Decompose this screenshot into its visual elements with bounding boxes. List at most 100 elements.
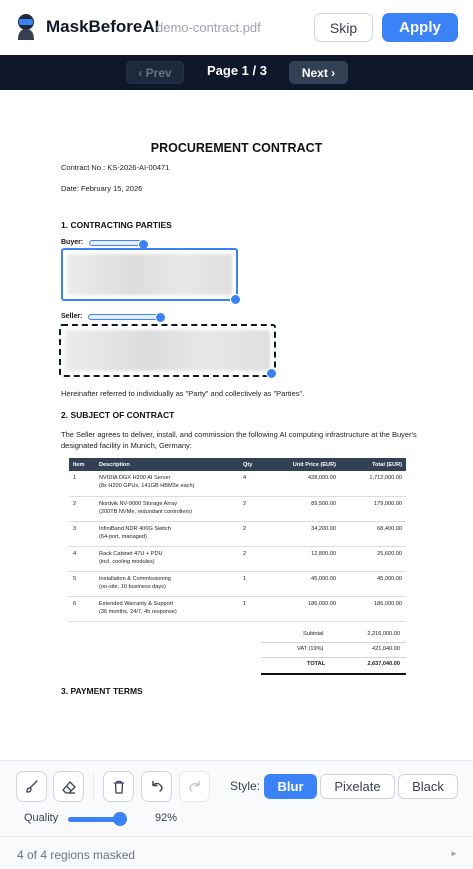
section-heading-parties: 1. CONTRACTING PARTIES bbox=[61, 220, 172, 230]
subtotal-value: 2,216,000.00 bbox=[367, 631, 400, 637]
style-pixelate-button[interactable]: Pixelate bbox=[320, 774, 395, 799]
undo-icon bbox=[151, 780, 163, 792]
column-header: Unit Price (EUR) bbox=[267, 458, 340, 471]
description-detail: (8x H200 GPUs, 141GB HBM3e each) bbox=[99, 483, 195, 489]
divider bbox=[261, 642, 406, 643]
cell-unit-price: 45,000.00 bbox=[267, 571, 340, 597]
undo-button[interactable] bbox=[141, 771, 172, 802]
description-detail: (64-port, managed) bbox=[99, 533, 147, 540]
cell-qty: 2 bbox=[239, 521, 267, 547]
mask-region-seller-name[interactable] bbox=[88, 314, 161, 320]
table-row: 4 Rack Cabinet 47U + PDU (incl. cooling m… bbox=[69, 546, 406, 572]
table-row: 1 NVIDIA DGX H200 AI Server (8x H200 GPUs… bbox=[69, 471, 406, 497]
quality-slider[interactable] bbox=[68, 812, 128, 826]
mask-region-buyer-address[interactable] bbox=[61, 248, 238, 301]
divider bbox=[261, 673, 406, 675]
trash-icon bbox=[113, 780, 124, 794]
total-label: TOTAL bbox=[307, 661, 326, 667]
cell-item: 3 bbox=[69, 521, 95, 547]
style-black-button[interactable]: Black bbox=[398, 774, 458, 799]
description-line: NVIDIA DGX H200 AI Server bbox=[99, 475, 171, 481]
cell-total: 68,400.00 bbox=[340, 521, 406, 547]
eraser-tool-button[interactable] bbox=[53, 771, 84, 802]
mask-region-seller-address[interactable] bbox=[59, 324, 276, 377]
quality-label: Quality bbox=[24, 812, 59, 824]
mask-toolbar: Style: Blur Pixelate Black Quality 92% bbox=[0, 760, 473, 836]
description-detail: (36 months, 24/7, 4h response) bbox=[99, 608, 177, 615]
mask-region-buyer-name[interactable] bbox=[89, 240, 143, 246]
table-header-row: Item Description Qty Unit Price (EUR) To… bbox=[69, 458, 406, 471]
column-header: Total (EUR) bbox=[340, 458, 406, 471]
cell-item: 6 bbox=[69, 596, 95, 622]
section-heading-subject: 2. SUBJECT OF CONTRACT bbox=[61, 410, 175, 420]
table-row: 3 InfiniBand NDR 400G Switch (64-port, ma… bbox=[69, 521, 406, 547]
description-line: Rack Cabinet 47U + PDU bbox=[99, 550, 163, 557]
cell-unit-price: 89,500.00 bbox=[267, 496, 340, 522]
cell-item: 4 bbox=[69, 546, 95, 572]
page-indicator: Page 1 / 3 bbox=[207, 63, 267, 78]
buyer-label: Buyer: bbox=[61, 239, 84, 246]
resize-handle[interactable] bbox=[266, 368, 277, 379]
document-page[interactable]: PROCUREMENT CONTRACT Contract No.: KS-20… bbox=[0, 90, 473, 760]
table-row: 6 Extended Warranty & Support (36 months,… bbox=[69, 596, 406, 622]
subject-text: The Seller agrees to deliver, install, a… bbox=[61, 430, 417, 450]
section-heading-payment: 3. PAYMENT TERMS bbox=[61, 686, 143, 696]
cell-total: 1,712,000.00 bbox=[340, 471, 406, 497]
description-detail: (200TB NVMe, redundant controllers) bbox=[99, 508, 192, 515]
prev-page-button[interactable]: ‹ Prev bbox=[126, 61, 184, 84]
cell-item: 1 bbox=[69, 471, 95, 497]
cell-description: NVIDIA DGX H200 AI Server (8x H200 GPUs, … bbox=[95, 471, 239, 497]
contract-number: Contract No.: KS-2026-AI-00471 bbox=[61, 163, 170, 172]
style-blur-button[interactable]: Blur bbox=[264, 774, 317, 799]
description-line: Extended Warranty & Support bbox=[99, 600, 174, 607]
cell-unit-price: 428,000.00 bbox=[267, 471, 340, 497]
app-name: MaskBeforeAI bbox=[46, 17, 160, 36]
cell-unit-price: 12,800.00 bbox=[267, 546, 340, 572]
cell-unit-price: 34,200.00 bbox=[267, 521, 340, 547]
table-row: 5 Installation & Commissioning (on-site, … bbox=[69, 571, 406, 597]
delete-region-button[interactable] bbox=[103, 771, 134, 802]
eraser-icon bbox=[61, 780, 76, 794]
status-text: 4 of 4 regions masked bbox=[17, 848, 136, 862]
blur-mask bbox=[67, 254, 232, 295]
contract-date: Date: February 15, 2026 bbox=[61, 184, 143, 193]
apply-button[interactable]: Apply bbox=[382, 13, 458, 42]
file-name: demo-contract.pdf bbox=[156, 20, 261, 35]
resize-handle[interactable] bbox=[230, 294, 241, 305]
quality-slider-thumb[interactable] bbox=[113, 812, 128, 826]
quality-value: 92% bbox=[155, 812, 178, 824]
cell-description: Extended Warranty & Support (36 months, 2… bbox=[95, 596, 239, 622]
next-page-button[interactable]: Next › bbox=[289, 61, 348, 84]
expand-arrow-icon[interactable]: ► bbox=[450, 849, 458, 858]
vat-label: VAT (19%) bbox=[297, 646, 324, 652]
column-header: Item bbox=[69, 458, 95, 471]
logo-icon bbox=[18, 14, 34, 40]
skip-button[interactable]: Skip bbox=[314, 13, 373, 42]
document-title: PROCUREMENT CONTRACT bbox=[150, 141, 323, 155]
redo-button[interactable] bbox=[179, 771, 210, 802]
brush-tool-button[interactable] bbox=[16, 771, 47, 802]
cell-qty: 2 bbox=[239, 546, 267, 572]
style-label: Style: bbox=[230, 779, 261, 793]
cell-total: 45,000.00 bbox=[340, 571, 406, 597]
status-bar: 4 of 4 regions masked ► bbox=[0, 836, 473, 869]
cell-qty: 1 bbox=[239, 596, 267, 622]
divider bbox=[261, 657, 406, 658]
description-line: Installation & Commissioning bbox=[99, 575, 171, 582]
table-row: 2 Nordvik NV-9000 Storage Array (200TB NV… bbox=[69, 496, 406, 522]
cell-total: 179,000.00 bbox=[340, 496, 406, 522]
cell-qty: 1 bbox=[239, 571, 267, 597]
cell-description: Rack Cabinet 47U + PDU (incl. cooling mod… bbox=[95, 546, 239, 572]
total-value: 2,637,040.00 bbox=[367, 661, 400, 667]
resize-handle[interactable] bbox=[155, 312, 166, 323]
description-detail: (incl. cooling modules) bbox=[99, 558, 155, 565]
seller-label: Seller: bbox=[61, 313, 83, 320]
cell-qty: 4 bbox=[239, 471, 267, 497]
cell-unit-price: 186,000.00 bbox=[267, 596, 340, 622]
description-line: InfiniBand NDR 400G Switch bbox=[99, 525, 171, 532]
column-header: Description bbox=[95, 458, 239, 471]
cell-item: 2 bbox=[69, 496, 95, 522]
cell-qty: 2 bbox=[239, 496, 267, 522]
subtotal-label: Subtotal bbox=[303, 631, 324, 637]
cell-total: 25,600.00 bbox=[340, 546, 406, 572]
